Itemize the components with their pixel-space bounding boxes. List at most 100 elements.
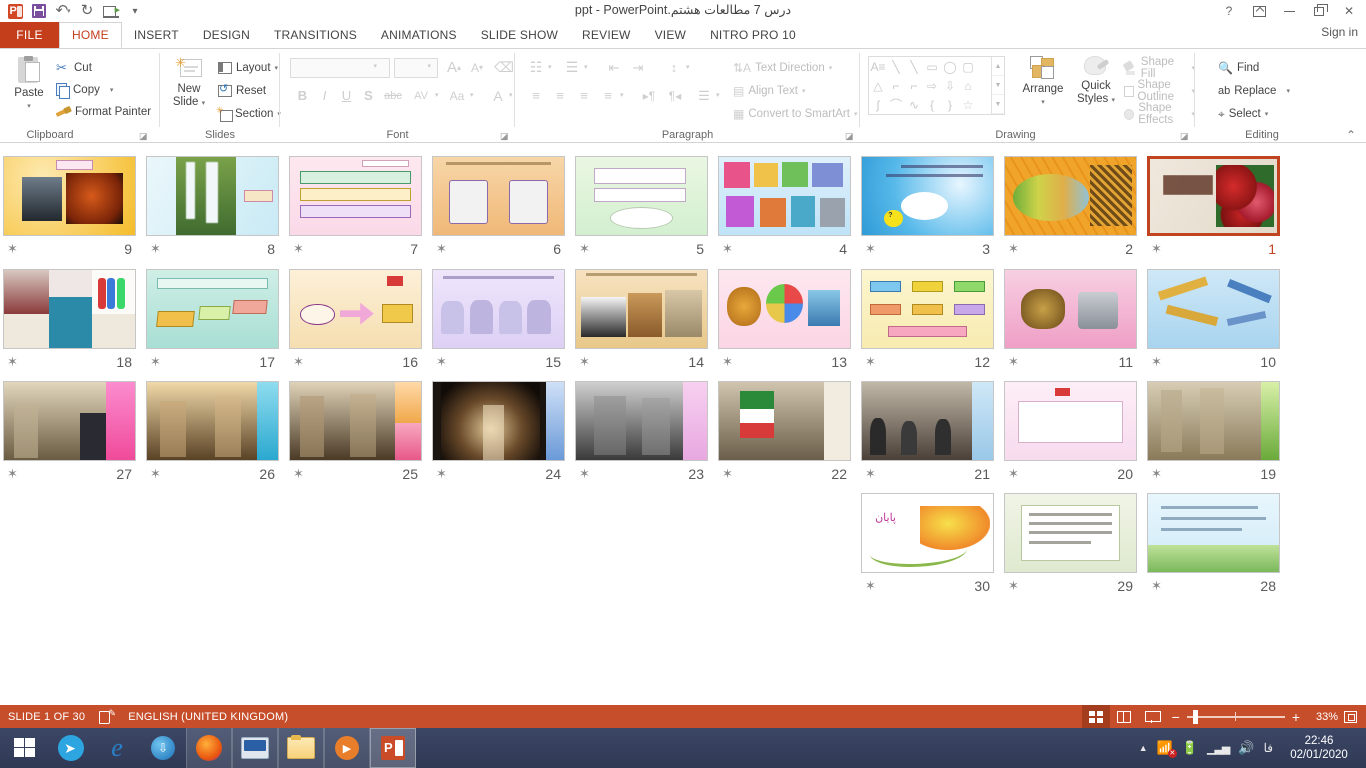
zoom-slider[interactable] (1187, 710, 1285, 724)
bullets-arrow[interactable]: ▾ (548, 63, 552, 71)
slide-preview-22[interactable] (718, 381, 851, 461)
internet-download-manager-icon[interactable]: ⇩ (140, 728, 186, 768)
fit-to-window-button[interactable] (1338, 705, 1362, 728)
animation-star-icon[interactable]: ✶ (865, 240, 876, 258)
shape-cell-0-1[interactable]: ╲ (887, 57, 905, 76)
shapes-gallery[interactable]: A≡╲╲▭◯▢ △⌐⌐⇨⇩⌂ ʃ⌒∿{}☆ ▲ ▼ ▼ (868, 56, 1005, 115)
clipboard-dialog-launcher[interactable]: ◪ (139, 131, 148, 140)
slide-thumbnail-23[interactable]: ✶23 (570, 377, 713, 489)
show-hidden-icons-button[interactable]: ▲ (1139, 743, 1148, 753)
text-shadow-button[interactable]: S (359, 85, 378, 106)
slide-preview-26[interactable] (146, 381, 279, 461)
shape-cell-2-5[interactable]: ☆ (959, 95, 977, 114)
animation-star-icon[interactable]: ✶ (7, 353, 18, 371)
bold-button[interactable]: B (293, 85, 312, 106)
slide-preview-11[interactable] (1004, 269, 1137, 349)
tab-animations[interactable]: ANIMATIONS (369, 22, 469, 48)
slide-thumbnail-15[interactable]: ✶15 (427, 265, 570, 377)
shape-cell-2-1[interactable]: ⌒ (887, 95, 905, 114)
zoom-out-button[interactable]: − (1172, 709, 1180, 725)
align-center-button[interactable]: ≡ (549, 85, 571, 106)
arrange-button[interactable]: Arrange ▾ (1018, 56, 1068, 109)
help-icon[interactable]: ? (1214, 0, 1244, 22)
slide-thumbnail-6[interactable]: ✶6 (427, 152, 570, 264)
telegram-icon[interactable]: ➤ (48, 728, 94, 768)
slide-preview-2[interactable] (1004, 156, 1137, 236)
tab-view[interactable]: VIEW (643, 22, 698, 48)
animation-star-icon[interactable]: ✶ (150, 465, 161, 483)
clock[interactable]: 22:46 02/01/2020 (1282, 734, 1356, 762)
slide-preview-6[interactable] (432, 156, 565, 236)
shape-cell-1-4[interactable]: ⇩ (941, 76, 959, 95)
shapes-scroll-down-icon[interactable]: ▼ (992, 76, 1004, 95)
slide-thumbnail-22[interactable]: ✶22 (713, 377, 856, 489)
justify-button[interactable]: ≡ (597, 85, 619, 106)
animation-star-icon[interactable]: ✶ (579, 465, 590, 483)
text-direction-button[interactable]: ⇅A Text Direction ▾ (733, 57, 832, 79)
slide-preview-25[interactable] (289, 381, 422, 461)
shape-cell-0-3[interactable]: ▭ (923, 57, 941, 76)
justify-arrow[interactable]: ▾ (620, 91, 624, 99)
slide-thumbnail-3[interactable]: ?✶3 (856, 152, 999, 264)
copy-dropdown-arrow[interactable]: ▾ (110, 86, 114, 94)
shape-fill-button[interactable]: Shape Fill ▾ (1124, 57, 1195, 79)
collapse-ribbon-button[interactable]: ⌃ (1346, 128, 1356, 142)
sign-in-link[interactable]: Sign in (1321, 25, 1358, 39)
shape-cell-0-0[interactable]: A≡ (869, 57, 887, 76)
shape-outline-button[interactable]: Shape Outline ▾ (1124, 80, 1195, 102)
animation-star-icon[interactable]: ✶ (293, 465, 304, 483)
slide-preview-1[interactable] (1147, 156, 1280, 236)
line-spacing-arrow[interactable]: ▾ (686, 63, 690, 71)
slide-preview-21[interactable] (861, 381, 994, 461)
ribbon-display-options-icon[interactable] (1244, 0, 1274, 22)
zoom-slider-handle[interactable] (1193, 710, 1198, 724)
slide-thumbnail-10[interactable]: ✶10 (1142, 265, 1285, 377)
animation-star-icon[interactable]: ✶ (436, 465, 447, 483)
slide-thumbnail-19[interactable]: ✶19 (1142, 377, 1285, 489)
slide-show-button[interactable] (1138, 705, 1166, 728)
slide-thumbnail-17[interactable]: ✶17 (141, 265, 284, 377)
normal-view-button[interactable] (1082, 705, 1110, 728)
language-indicator-tray[interactable]: فا (1264, 741, 1273, 755)
slide-thumbnail-26[interactable]: ✶26 (141, 377, 284, 489)
animation-star-icon[interactable]: ✶ (7, 240, 18, 258)
find-button[interactable]: 🔍 Find (1218, 57, 1259, 79)
slide-thumbnail-24[interactable]: ✶24 (427, 377, 570, 489)
animation-star-icon[interactable]: ✶ (579, 353, 590, 371)
shape-cell-1-5[interactable]: ⌂ (959, 76, 977, 95)
decrease-indent-button[interactable]: ⇤ (603, 57, 625, 78)
shape-cell-0-4[interactable]: ◯ (941, 57, 959, 76)
slide-thumbnail-27[interactable]: ✶27 (0, 377, 141, 489)
animation-star-icon[interactable]: ✶ (150, 353, 161, 371)
slide-preview-24[interactable] (432, 381, 565, 461)
slide-preview-29[interactable] (1004, 493, 1137, 573)
slide-thumbnail-25[interactable]: ✶25 (284, 377, 427, 489)
slide-thumbnail-14[interactable]: ✶14 (570, 265, 713, 377)
character-spacing-button[interactable]: AV (408, 85, 434, 106)
slide-preview-27[interactable] (3, 381, 136, 461)
tab-insert[interactable]: INSERT (122, 22, 191, 48)
shape-cell-0-5[interactable]: ▢ (959, 57, 977, 76)
select-button[interactable]: ⌖ Select ▾ (1218, 103, 1268, 125)
convert-to-smartart-button[interactable]: ▦ Convert to SmartArt ▾ (733, 103, 857, 125)
slide-thumbnail-18[interactable]: ✶18 (0, 265, 141, 377)
animation-star-icon[interactable]: ✶ (1008, 353, 1019, 371)
slide-thumbnail-30[interactable]: پایان✶30 (856, 489, 999, 601)
animation-star-icon[interactable]: ✶ (7, 465, 18, 483)
change-case-arrow[interactable]: ▾ (470, 91, 474, 99)
shape-cell-1-3[interactable]: ⇨ (923, 76, 941, 95)
restore-button[interactable] (1304, 0, 1334, 22)
change-case-button[interactable]: Aa (445, 85, 469, 106)
shape-cell-2-2[interactable]: ∿ (905, 95, 923, 114)
slide-thumbnail-21[interactable]: ✶21 (856, 377, 999, 489)
slide-preview-8[interactable] (146, 156, 279, 236)
bullets-button[interactable]: ☷ (525, 57, 547, 78)
slide-preview-19[interactable] (1147, 381, 1280, 461)
reset-button[interactable]: Reset (218, 80, 266, 102)
align-text-button[interactable]: ▤ Align Text ▾ (733, 80, 806, 102)
slide-preview-13[interactable] (718, 269, 851, 349)
slide-thumbnail-5[interactable]: ✶5 (570, 152, 713, 264)
font-color-button[interactable]: A (488, 85, 508, 106)
slide-thumbnail-7[interactable]: ✶7 (284, 152, 427, 264)
slide-thumbnail-8[interactable]: ✶8 (141, 152, 284, 264)
